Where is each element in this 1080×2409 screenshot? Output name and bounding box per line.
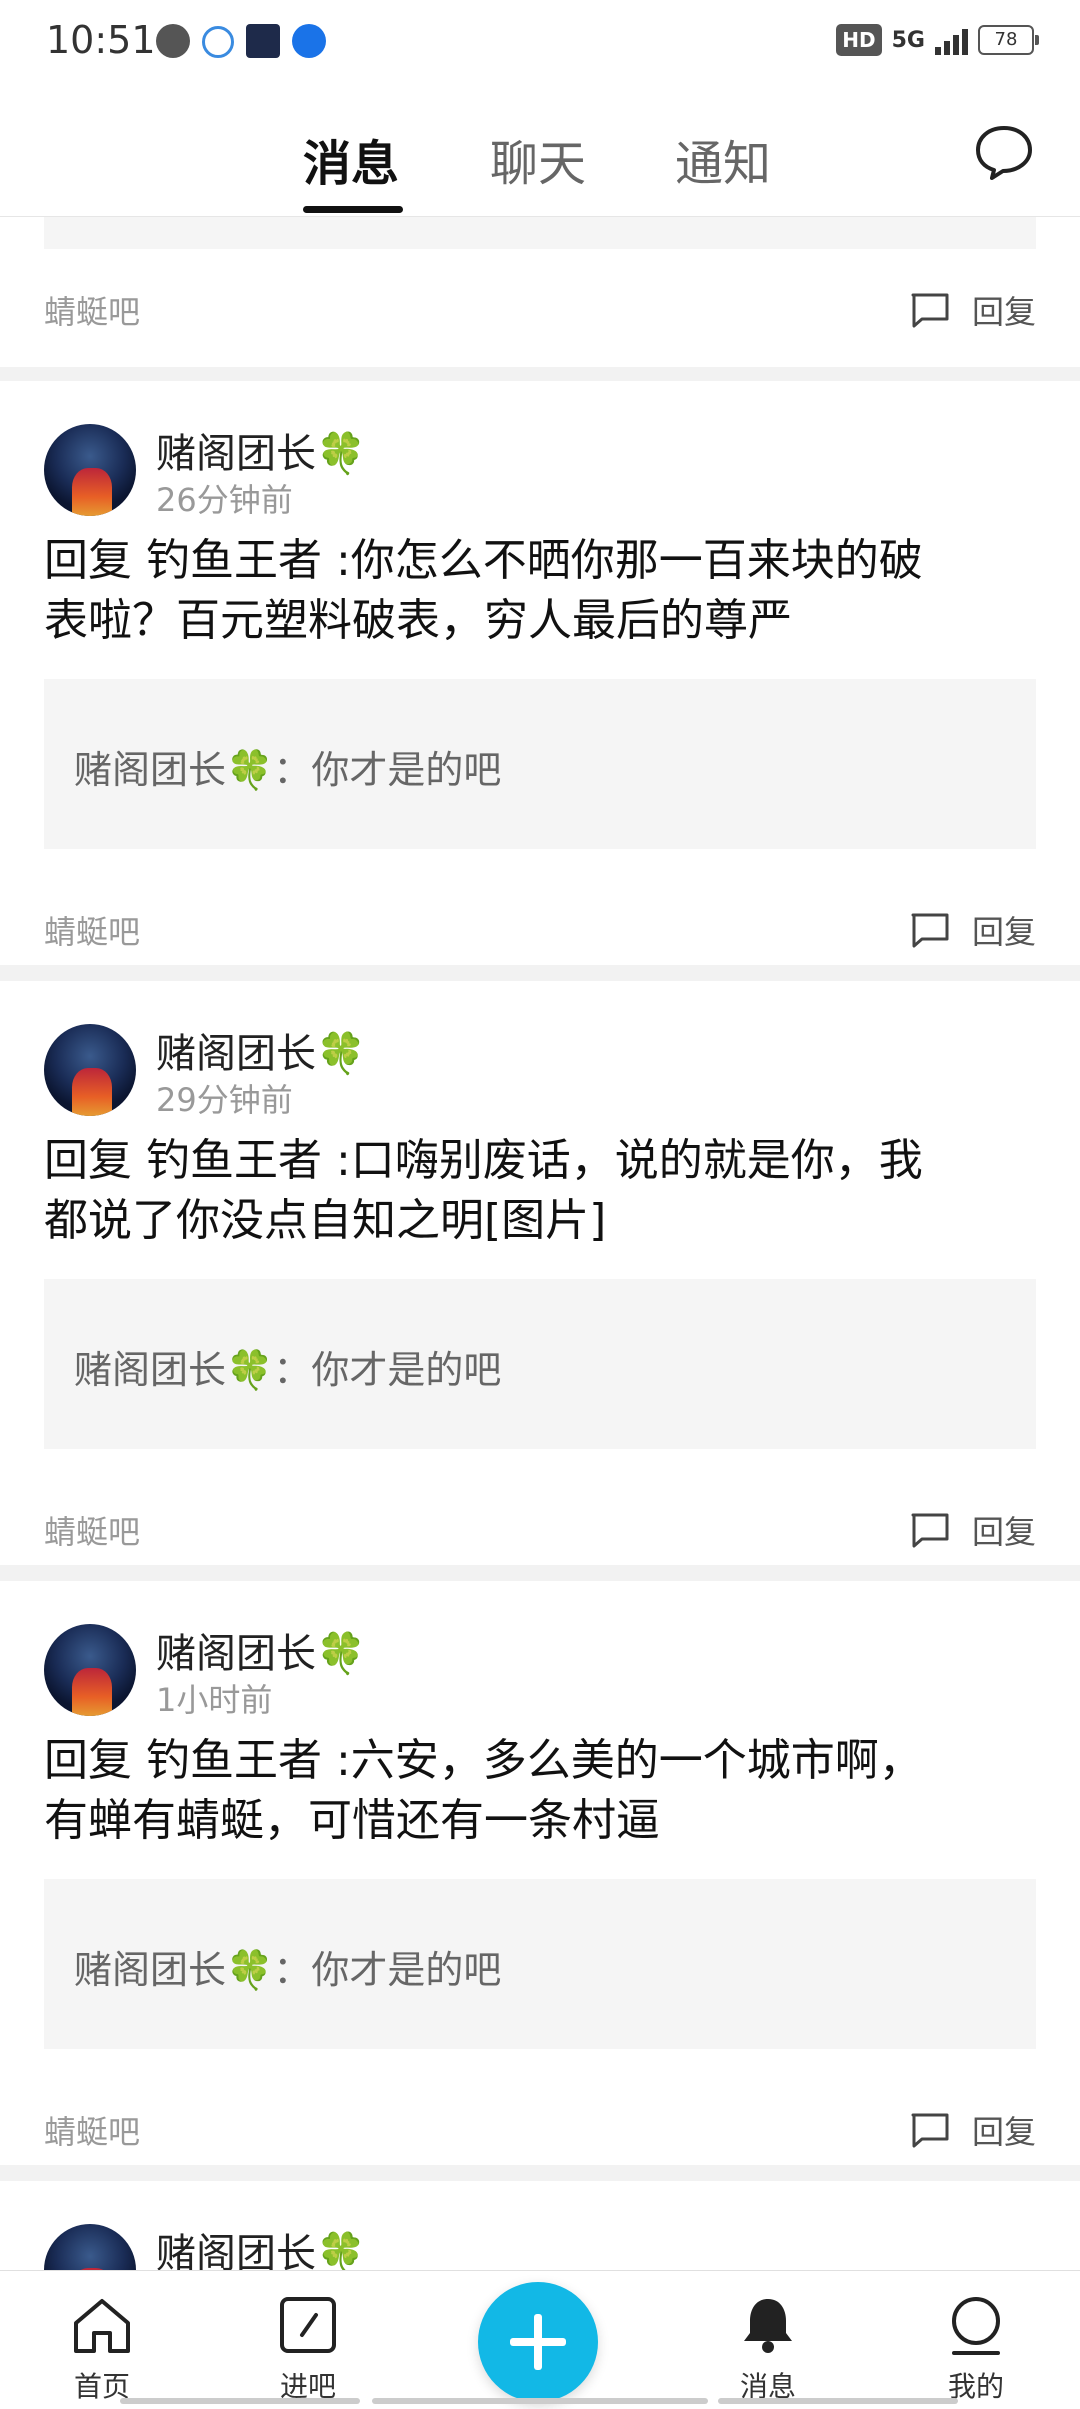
reply-button[interactable]: 回复 bbox=[910, 907, 1036, 953]
reply-line: 回复 钓鱼王者 :六安，多么美的一个城市啊， bbox=[44, 1735, 923, 1786]
cloud-icon bbox=[202, 26, 234, 58]
avatar[interactable] bbox=[44, 424, 136, 516]
avatar[interactable] bbox=[44, 1624, 136, 1716]
comment-icon bbox=[911, 293, 949, 328]
forum-name[interactable]: 蜻蜓吧 bbox=[44, 1507, 140, 1553]
avatar[interactable] bbox=[44, 1024, 136, 1116]
forum-name[interactable]: 蜻蜓吧 bbox=[44, 2107, 140, 2153]
nav-profile[interactable]: 我的 bbox=[916, 2295, 1036, 2405]
bell-icon bbox=[744, 2299, 792, 2353]
user-name[interactable]: 赌阁团长🍀 bbox=[156, 421, 366, 479]
edit-square-icon bbox=[280, 2297, 336, 2353]
reply-content[interactable]: 回复 钓鱼王者 :口嗨别废话，说的就是你，我 都说了你没点自知之明[图片] bbox=[44, 1131, 1044, 1251]
reply-label: 回复 bbox=[971, 1513, 1036, 1551]
message-card[interactable]: 赌阁团长🍀 29分钟前 回复 钓鱼王者 :口嗨别废话，说的就是你，我 都说了你没… bbox=[0, 981, 1080, 1565]
k-app-icon bbox=[292, 24, 326, 58]
top-tab-bar: 消息 聊天 通知 bbox=[0, 84, 1080, 217]
compass-icon bbox=[156, 24, 190, 58]
chat-bubble-icon[interactable] bbox=[972, 120, 1036, 184]
hd-badge: HD bbox=[836, 24, 882, 56]
message-card[interactable]: 赌阁团长🍀 bbox=[0, 2181, 1080, 2270]
gesture-bar bbox=[718, 2398, 958, 2404]
active-tab-indicator bbox=[303, 206, 403, 213]
comment-icon bbox=[911, 913, 949, 948]
app-notification-icon bbox=[246, 24, 280, 58]
comment-icon bbox=[911, 2113, 949, 2148]
reply-line: 回复 钓鱼王者 :口嗨别废话，说的就是你，我 bbox=[44, 1135, 923, 1186]
home-icon bbox=[74, 2299, 130, 2353]
tab-messages[interactable]: 消息 bbox=[303, 124, 399, 194]
tab-notifications[interactable]: 通知 bbox=[675, 124, 771, 194]
reply-button[interactable]: 回复 bbox=[910, 1507, 1036, 1553]
reply-line: 有蝉有蜻蜓，可惜还有一条村逼 bbox=[44, 1795, 660, 1846]
post-time: 1小时前 bbox=[156, 1681, 273, 1719]
profile-icon bbox=[952, 2297, 1000, 2355]
quoted-comment[interactable]: 赌阁团长🍀：你才是的吧 bbox=[44, 1879, 1036, 2049]
message-card[interactable]: 赌阁团长🍀 26分钟前 回复 钓鱼王者 :你怎么不晒你那一百来块的破 表啦？百元… bbox=[0, 381, 1080, 965]
quoted-text: 赌阁团长🍀：你才是的吧 bbox=[74, 748, 502, 792]
message-feed[interactable]: 蜻蜓吧 回复 赌阁团长🍀 26分钟前 回复 钓鱼王者 :你怎么不晒你那一百来块的… bbox=[0, 217, 1080, 2270]
reply-line: 表啦？百元塑料破表，穷人最后的尊严 bbox=[44, 595, 792, 646]
forum-name[interactable]: 蜻蜓吧 bbox=[44, 907, 140, 953]
post-time: 29分钟前 bbox=[156, 1081, 293, 1119]
quoted-comment[interactable]: 赌阁团长🍀：你才是的吧 bbox=[44, 679, 1036, 849]
nav-messages[interactable]: 消息 bbox=[708, 2295, 828, 2405]
reply-button[interactable]: 回复 bbox=[910, 287, 1036, 333]
status-indicators: HD 5G 78 bbox=[836, 24, 1039, 56]
quoted-comment[interactable] bbox=[44, 217, 1036, 249]
nav-home[interactable]: 首页 bbox=[42, 2295, 162, 2405]
user-name[interactable]: 赌阁团长🍀 bbox=[156, 1021, 366, 1079]
reply-label: 回复 bbox=[971, 913, 1036, 951]
nav-enter-forum[interactable]: 进吧 bbox=[248, 2295, 368, 2405]
comment-icon bbox=[911, 1513, 949, 1548]
user-name[interactable]: 赌阁团长🍀 bbox=[156, 1621, 366, 1679]
post-time: 26分钟前 bbox=[156, 481, 293, 519]
avatar[interactable] bbox=[44, 2224, 136, 2270]
gesture-bar bbox=[372, 2398, 708, 2404]
message-card[interactable]: 赌阁团长🍀 1小时前 回复 钓鱼王者 :六安，多么美的一个城市啊， 有蝉有蜻蜓，… bbox=[0, 1581, 1080, 2165]
forum-name[interactable]: 蜻蜓吧 bbox=[44, 287, 140, 333]
battery-icon: 78 bbox=[978, 25, 1039, 55]
message-card-partial: 蜻蜓吧 回复 bbox=[0, 217, 1080, 367]
reply-content[interactable]: 回复 钓鱼王者 :六安，多么美的一个城市啊， 有蝉有蜻蜓，可惜还有一条村逼 bbox=[44, 1731, 1044, 1851]
gesture-bar bbox=[120, 2398, 360, 2404]
quoted-comment[interactable]: 赌阁团长🍀：你才是的吧 bbox=[44, 1279, 1036, 1449]
reply-line: 都说了你没点自知之明[图片] bbox=[44, 1195, 607, 1246]
user-name[interactable]: 赌阁团长🍀 bbox=[156, 2221, 366, 2270]
quoted-text: 赌阁团长🍀：你才是的吧 bbox=[74, 1348, 502, 1392]
reply-button[interactable]: 回复 bbox=[910, 2107, 1036, 2153]
network-type: 5G bbox=[891, 27, 925, 53]
status-time: 10:51 bbox=[46, 18, 156, 62]
create-post-button[interactable] bbox=[478, 2282, 598, 2402]
tab-chat[interactable]: 聊天 bbox=[490, 124, 586, 194]
reply-label: 回复 bbox=[971, 293, 1036, 331]
status-bar: 10:51 HD 5G 78 bbox=[0, 0, 1080, 84]
reply-label: 回复 bbox=[971, 2113, 1036, 2151]
quoted-text: 赌阁团长🍀：你才是的吧 bbox=[74, 1948, 502, 1992]
reply-content[interactable]: 回复 钓鱼王者 :你怎么不晒你那一百来块的破 表啦？百元塑料破表，穷人最后的尊严 bbox=[44, 531, 1044, 651]
reply-line: 回复 钓鱼王者 :你怎么不晒你那一百来块的破 bbox=[44, 535, 923, 586]
signal-icon bbox=[935, 25, 968, 55]
